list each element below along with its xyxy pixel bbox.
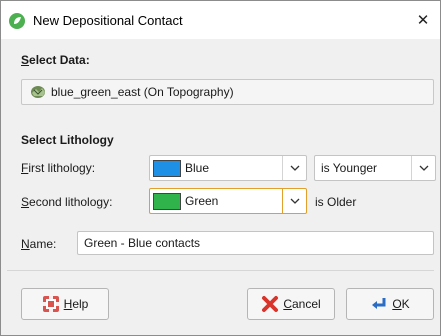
dialog-window: New Depositional Contact ✕ Select Data: …	[0, 0, 441, 336]
window-title: New Depositional Contact	[33, 13, 183, 28]
second-lithology-value: Green	[185, 194, 219, 208]
first-relation-select[interactable]: is Younger	[314, 155, 436, 181]
help-button-label: Help	[63, 297, 89, 311]
first-lithology-value: Blue	[185, 161, 210, 175]
close-icon: ✕	[416, 12, 430, 29]
second-lithology-label: Second lithology:	[21, 195, 113, 209]
select-data-value: blue_green_east (On Topography)	[51, 85, 234, 99]
first-relation-value: is Younger	[321, 161, 378, 175]
select-data-heading: Select Data:	[21, 53, 90, 67]
cancel-x-icon	[261, 295, 279, 313]
second-relation-text: is Older	[315, 195, 357, 209]
name-label: Name:	[21, 237, 57, 251]
first-lithology-label: First lithology:	[21, 161, 96, 175]
divider	[7, 270, 434, 271]
dialog-content: Select Data: blue_green_east (On Topogra…	[1, 39, 440, 335]
ok-button-label: OK	[392, 297, 410, 311]
chevron-down-icon[interactable]	[411, 156, 435, 180]
title-bar: New Depositional Contact ✕	[1, 1, 440, 39]
select-data-field[interactable]: blue_green_east (On Topography)	[21, 79, 434, 105]
second-lithology-swatch	[153, 192, 181, 210]
name-input[interactable]: Green - Blue contacts	[77, 231, 434, 255]
app-logo-icon	[9, 13, 25, 29]
surface-data-icon	[30, 85, 46, 99]
cancel-button-label: Cancel	[283, 297, 321, 311]
close-button[interactable]: ✕	[410, 7, 436, 33]
return-arrow-icon	[370, 295, 388, 313]
select-lithology-heading: Select Lithology	[21, 133, 114, 147]
chevron-down-icon[interactable]	[282, 156, 306, 180]
chevron-down-icon[interactable]	[282, 189, 306, 213]
name-input-value: Green - Blue contacts	[84, 236, 201, 250]
lifebuoy-icon	[42, 295, 60, 313]
first-lithology-select[interactable]: Blue	[149, 155, 307, 181]
cancel-button[interactable]: Cancel	[247, 288, 335, 320]
ok-button[interactable]: OK	[346, 288, 434, 320]
second-lithology-select[interactable]: Green	[149, 188, 307, 214]
first-lithology-swatch	[153, 159, 181, 177]
help-button[interactable]: Help	[21, 288, 109, 320]
